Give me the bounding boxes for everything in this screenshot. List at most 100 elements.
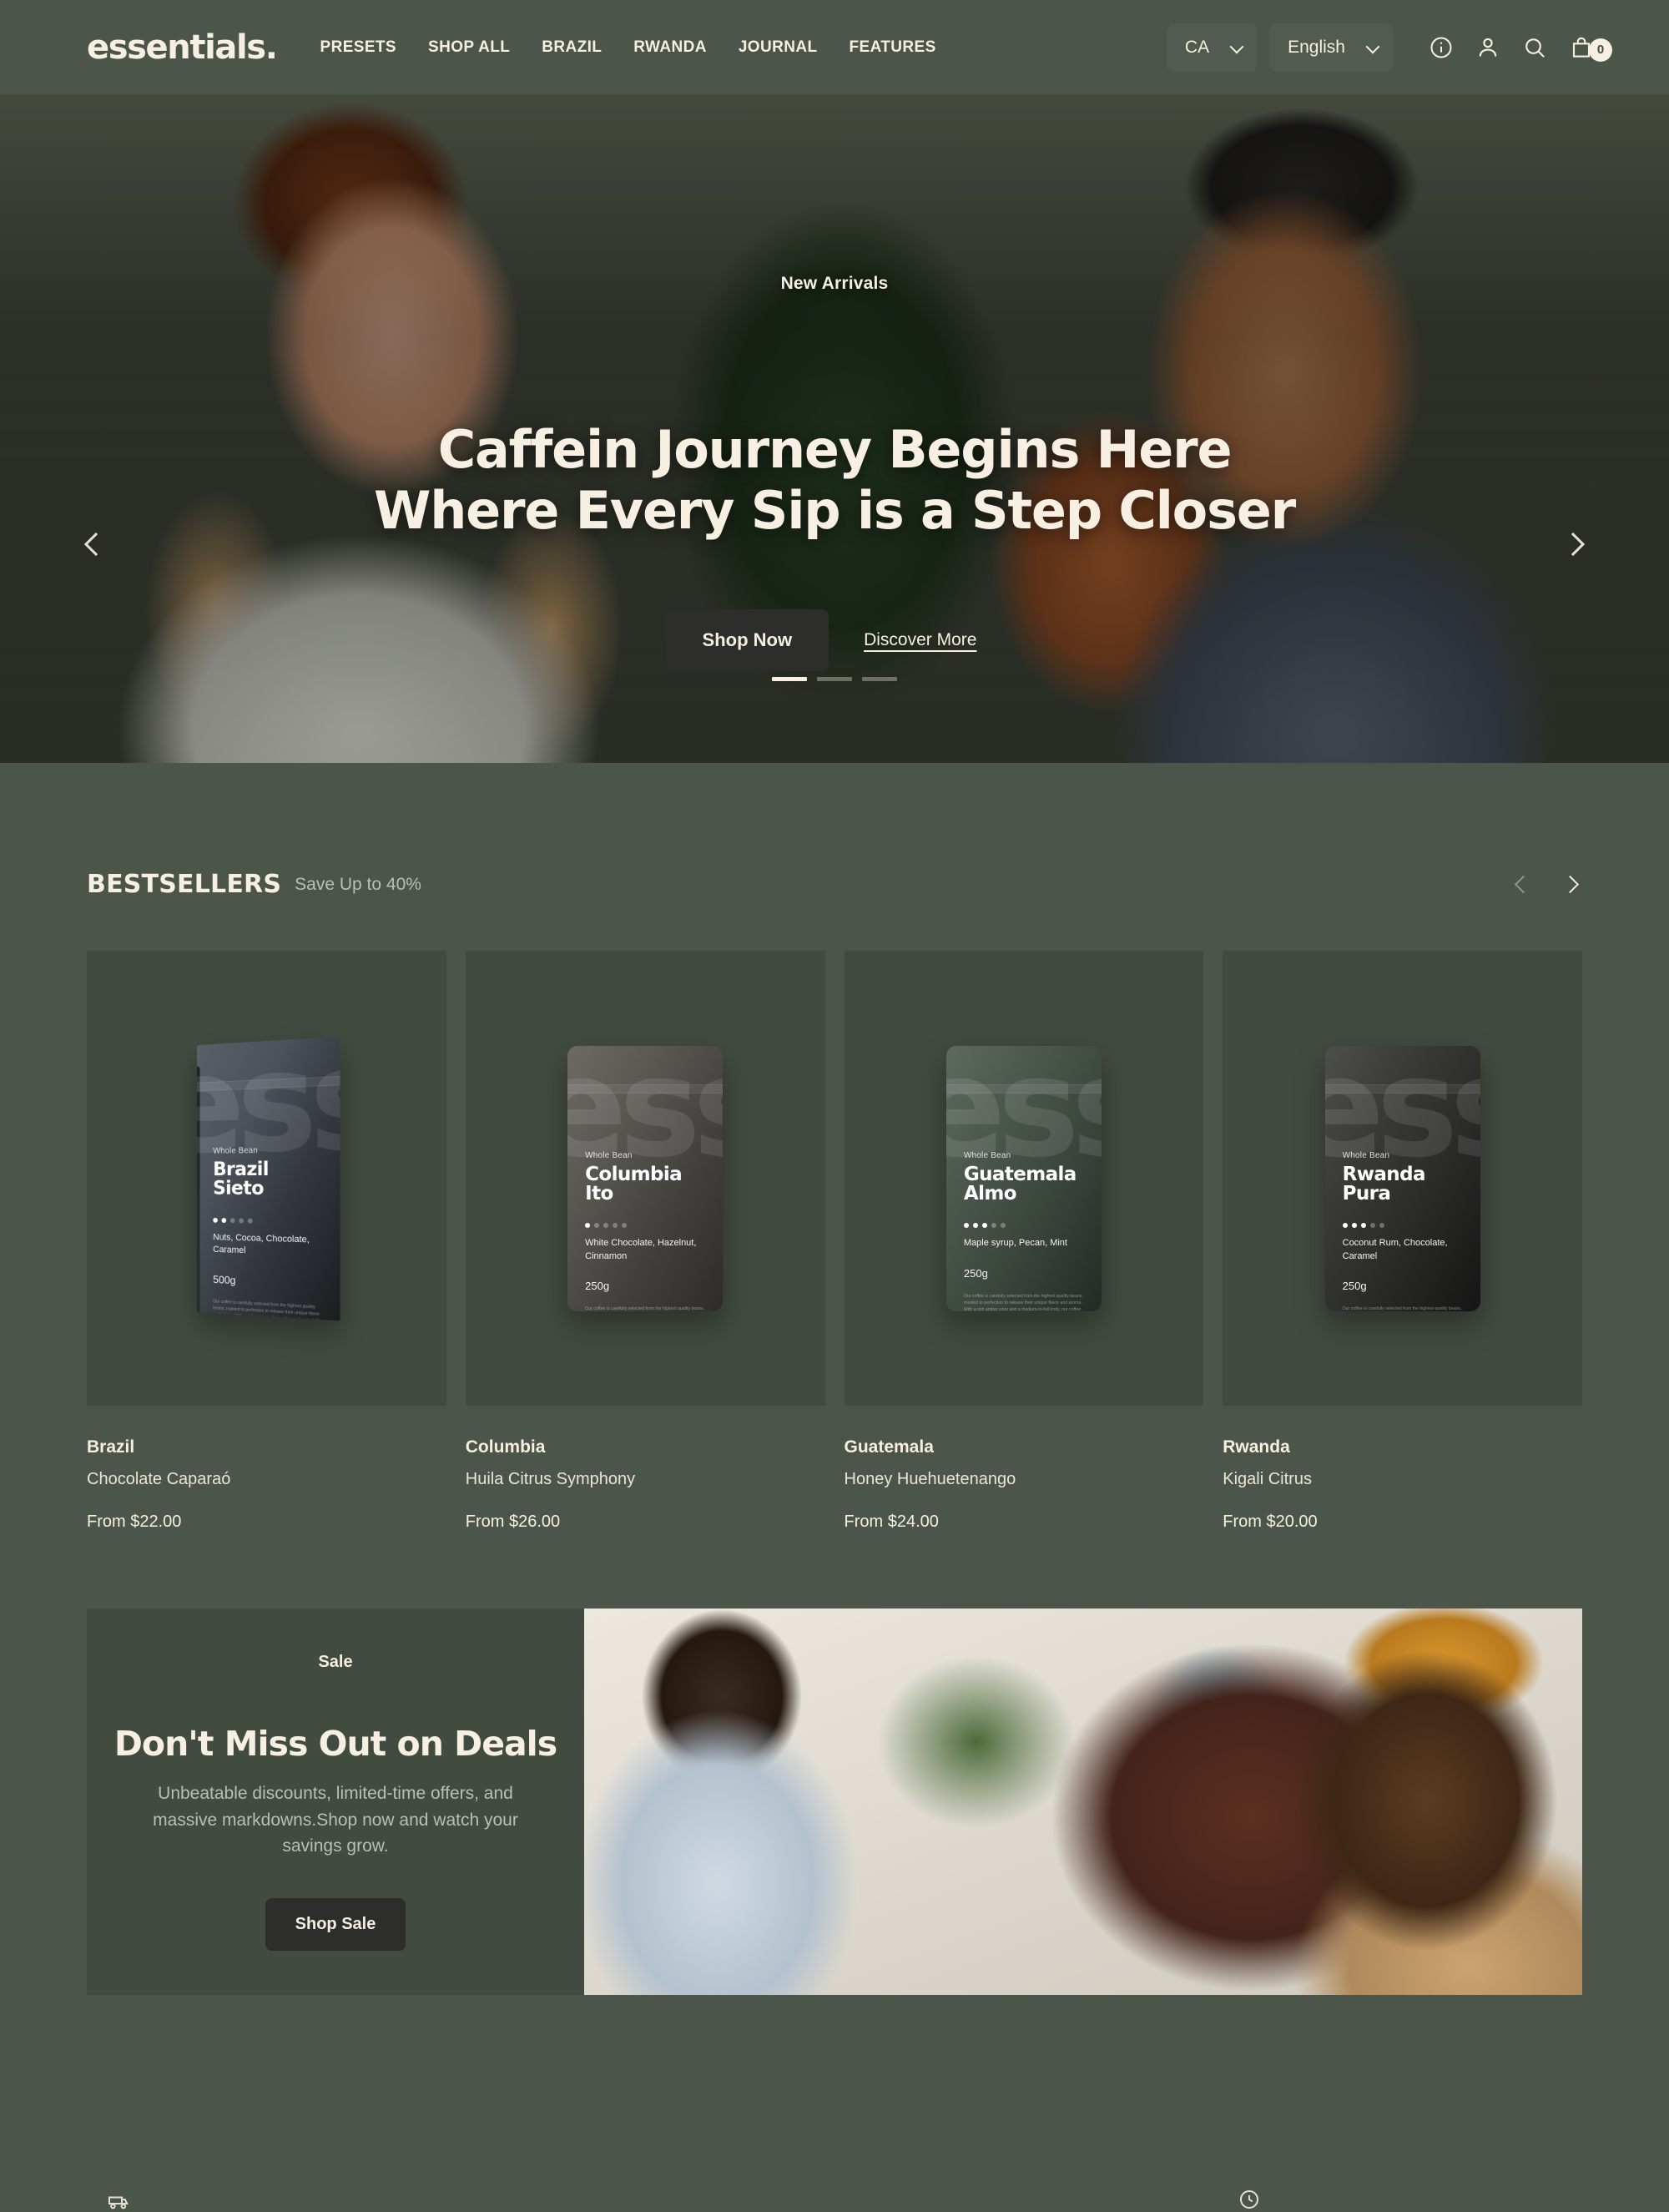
country-selector-value: CA [1185,38,1209,58]
bag-tasting-notes: Maple syrup, Pecan, Mint [964,1237,1087,1250]
product-description: Kigali Citrus [1223,1470,1582,1489]
bag-fine-print: Our coffee is carefully selected from th… [214,1298,325,1321]
chevron-left-icon [84,533,108,556]
sale-description: Unbeatable discounts, limited-time offer… [139,1780,532,1861]
bag-roast-level [585,1223,708,1228]
bag-name-line-2: Ito [585,1184,708,1204]
hero-next-arrow[interactable] [1554,525,1592,563]
hero-content: New Arrivals Caffein Journey Begins Here… [0,94,1669,763]
hero-slide-indicator-3[interactable] [862,677,897,681]
product-price: From $26.00 [466,1513,825,1532]
chevron-down-icon [1367,43,1379,51]
chevron-left-icon [1514,876,1531,893]
search-icon[interactable] [1520,33,1549,62]
bestsellers-section: BESTSELLERS Save Up to 40% ess Whole Bea… [0,763,1669,1995]
bag-name-line-1: Brazil [214,1159,325,1180]
bag-fine-print: Our coffee is carefully selected from th… [964,1293,1087,1311]
nav-shop-all[interactable]: SHOP ALL [428,38,510,57]
bag-roast-level [964,1223,1087,1228]
chevron-right-icon [1561,533,1585,556]
product-image: ess Whole Bean Brazil Sieto Nuts, Cocoa,… [87,951,446,1406]
product-card[interactable]: ess Whole Bean Columbia Ito White Chocol… [466,951,825,1532]
product-name: Rwanda [1223,1437,1582,1457]
hero-slide-indicator-1[interactable] [772,677,807,681]
bag-weight: 250g [585,1280,708,1292]
feature-icon-left [105,2187,130,2212]
hero-slide-indicators [772,677,897,681]
product-image: ess Whole Bean Rwanda Pura Coconut Rum, … [1223,951,1582,1406]
header-actions: CA English 0 [1167,23,1596,72]
chevron-down-icon [1231,43,1243,51]
shop-sale-button[interactable]: Shop Sale [265,1898,406,1951]
product-price: From $24.00 [845,1513,1204,1532]
hero-eyebrow: New Arrivals [781,274,889,294]
bag-name-line-1: Guatemala [964,1164,1087,1185]
product-card[interactable]: ess Whole Bean Guatemala Almo Maple syru… [845,951,1204,1532]
hero-slide-indicator-2[interactable] [817,677,852,681]
bag-weight: 500g [214,1273,325,1290]
brand-logo[interactable]: essentials. [87,28,277,67]
product-image: ess Whole Bean Guatemala Almo Maple syru… [845,951,1204,1406]
sale-banner-image [584,1608,1582,1995]
features-strip-partial [0,2105,1669,2207]
product-description: Chocolate Caparaó [87,1470,446,1489]
bestsellers-subtitle: Save Up to 40% [295,875,421,895]
sale-banner-content: Sale Don't Miss Out on Deals Unbeatable … [87,1608,584,1995]
country-selector[interactable]: CA [1167,23,1258,72]
product-name: Guatemala [845,1437,1204,1457]
sale-title: Don't Miss Out on Deals [114,1724,557,1764]
nav-journal[interactable]: JOURNAL [739,38,818,57]
language-selector[interactable]: English [1269,23,1394,72]
bestsellers-title: BESTSELLERS [87,870,281,899]
product-meta: Guatemala Honey Huehuetenango From $24.0… [845,1406,1204,1532]
bag-name-line-2: Pura [1343,1184,1465,1204]
nav-rwanda[interactable]: RWANDA [633,38,707,57]
chevron-right-icon [1561,876,1578,893]
bag-tasting-notes: White Chocolate, Hazelnut, Cinnamon [585,1237,708,1263]
info-icon[interactable] [1427,33,1455,62]
bag-grind-label: Whole Bean [585,1151,708,1160]
sale-eyebrow: Sale [318,1653,352,1672]
bag-fine-print: Our coffee is carefully selected from th… [1343,1305,1465,1311]
product-name: Brazil [87,1437,446,1457]
bag-grind-label: Whole Bean [1343,1151,1465,1160]
account-icon[interactable] [1474,33,1502,62]
cart-button[interactable]: 0 [1567,33,1596,62]
product-description: Honey Huehuetenango [845,1470,1204,1489]
bag-name-line-1: Columbia [585,1164,708,1185]
nav-brazil[interactable]: BRAZIL [542,38,602,57]
main-navigation: PRESETS SHOP ALL BRAZIL RWANDA JOURNAL F… [320,38,936,57]
nav-features[interactable]: FEATURES [849,38,935,57]
bestsellers-carousel-controls [1510,871,1582,899]
hero-shop-now-button[interactable]: Shop Now [666,609,829,671]
bag-weight: 250g [1343,1280,1465,1292]
bag-roast-level [214,1217,325,1225]
product-grid: ess Whole Bean Brazil Sieto Nuts, Cocoa,… [87,951,1582,1532]
hero-carousel: New Arrivals Caffein Journey Begins Here… [0,94,1669,763]
product-description: Huila Citrus Symphony [466,1470,825,1489]
product-meta: Brazil Chocolate Caparaó From $22.00 [87,1406,446,1532]
product-meta: Columbia Huila Citrus Symphony From $26.… [466,1406,825,1532]
coffee-bag-graphic: ess Whole Bean Columbia Ito White Chocol… [567,1046,723,1311]
hero-prev-arrow[interactable] [77,525,115,563]
product-card[interactable]: ess Whole Bean Brazil Sieto Nuts, Cocoa,… [87,951,446,1532]
cart-count-badge: 0 [1589,38,1612,62]
hero-actions: Shop Now Discover More [666,609,1004,671]
bag-fine-print: Our coffee is carefully selected from th… [585,1305,708,1311]
hero-title: Caffein Journey Begins Here Where Every … [363,419,1306,541]
bestsellers-next-arrow[interactable] [1557,871,1582,899]
product-card[interactable]: ess Whole Bean Rwanda Pura Coconut Rum, … [1223,951,1582,1532]
bag-name-line-2: Almo [964,1184,1087,1204]
bestsellers-prev-arrow[interactable] [1510,871,1535,899]
hero-discover-more-link[interactable]: Discover More [837,610,1003,670]
coffee-bag-graphic: ess Whole Bean Rwanda Pura Coconut Rum, … [1325,1046,1480,1311]
bag-grind-label: Whole Bean [964,1151,1087,1160]
bag-grind-label: Whole Bean [214,1144,325,1155]
bag-roast-level [1343,1223,1465,1228]
coffee-bag-graphic: ess Whole Bean Brazil Sieto Nuts, Cocoa,… [197,1036,340,1321]
product-image: ess Whole Bean Columbia Ito White Chocol… [466,951,825,1406]
site-header: essentials. PRESETS SHOP ALL BRAZIL RWAN… [0,0,1669,94]
nav-presets[interactable]: PRESETS [320,38,397,57]
bag-tasting-notes: Nuts, Cocoa, Chocolate, Caramel [214,1231,325,1260]
bestsellers-header: BESTSELLERS Save Up to 40% [87,763,1582,951]
